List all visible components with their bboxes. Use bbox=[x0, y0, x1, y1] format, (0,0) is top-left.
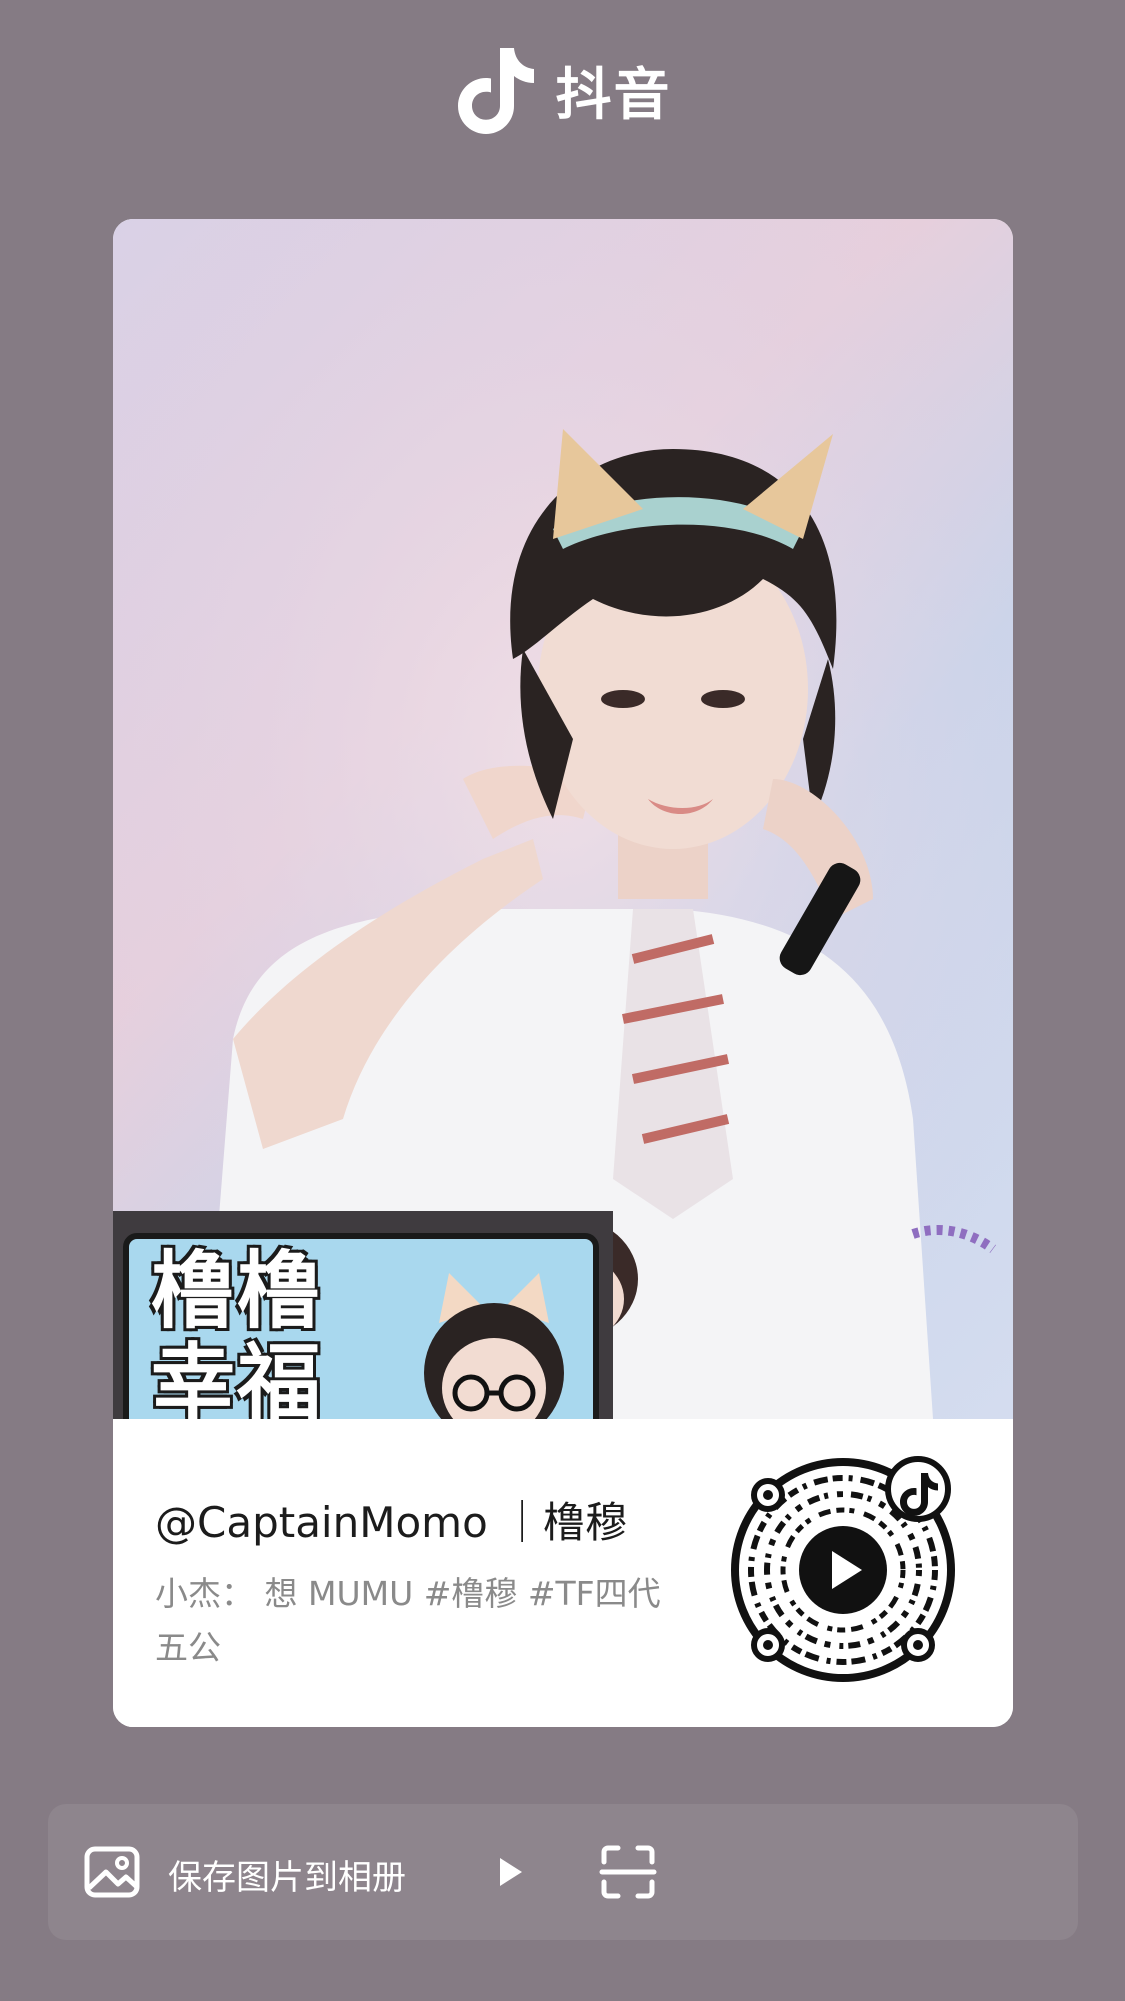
app-name: 抖音 bbox=[555, 62, 672, 128]
sign-character-illustration bbox=[424, 1273, 564, 1419]
app-brand: 抖音 bbox=[0, 40, 1125, 140]
video-caption: 小杰： 想 MUMU #橹穆 #TF四代五公 bbox=[155, 1574, 661, 1667]
image-icon[interactable] bbox=[82, 1842, 142, 1902]
share-screen: 抖音 橹橹 幸福 @CaptainMomo ｜橹穆 小杰： 想 MUMU #橹穆… bbox=[0, 0, 1125, 2001]
action-bar: 保存图片到相册 bbox=[48, 1804, 1078, 1940]
author-username[interactable]: @CaptainMomo ｜橹穆 bbox=[155, 1489, 715, 1550]
qr-code-icon[interactable] bbox=[728, 1455, 958, 1685]
card-info: @CaptainMomo ｜橹穆 小杰： 想 MUMU #橹穆 #TF四代五公 bbox=[113, 1419, 1013, 1727]
fan-sign: 橹橹 幸福 bbox=[113, 1211, 613, 1419]
fan-sign-line-1: 橹橹 bbox=[151, 1242, 324, 1340]
scan-icon[interactable] bbox=[598, 1842, 658, 1902]
cover-photo: 橹橹 幸福 bbox=[113, 219, 1013, 1419]
share-card[interactable]: 橹橹 幸福 @CaptainMomo ｜橹穆 小杰： 想 MUMU #橹穆 #T… bbox=[113, 219, 1013, 1727]
fan-sign-line-2: 幸福 bbox=[151, 1334, 324, 1419]
save-to-album-button[interactable]: 保存图片到相册 bbox=[168, 1850, 406, 1899]
play-triangle-icon[interactable] bbox=[496, 1854, 526, 1890]
fan-sign-text: 橹橹 幸福 bbox=[151, 1245, 381, 1419]
douyin-logo-icon bbox=[457, 48, 534, 134]
fan-sign-board: 橹橹 幸福 bbox=[123, 1233, 599, 1419]
